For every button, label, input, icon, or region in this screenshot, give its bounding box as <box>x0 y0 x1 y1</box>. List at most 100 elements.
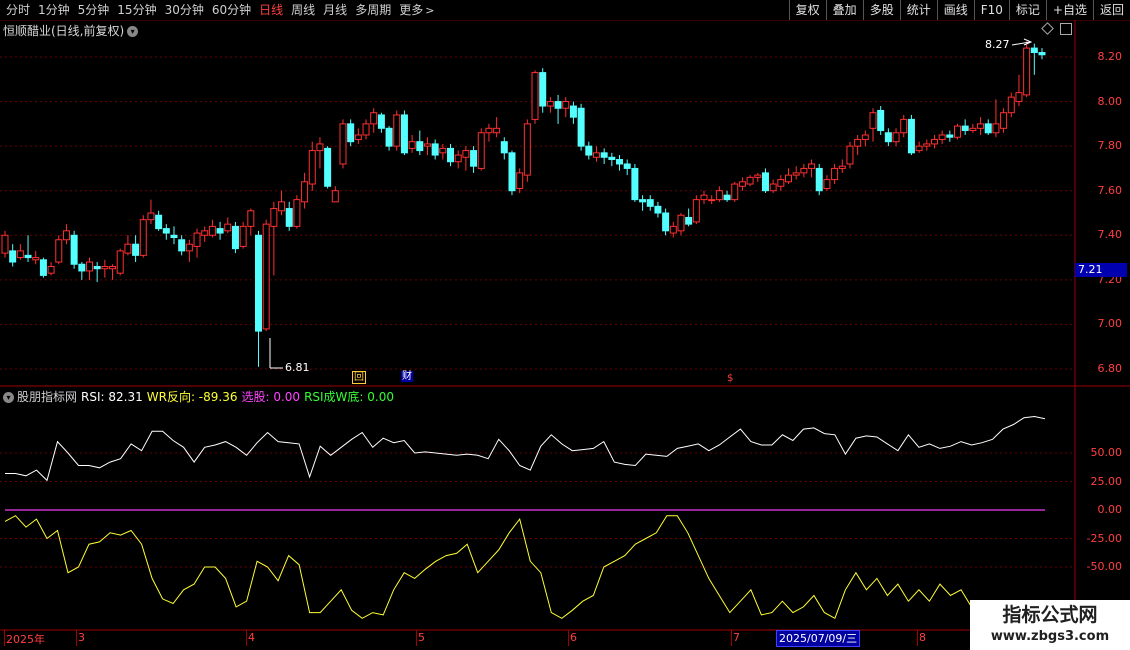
price-label: 6.80 <box>1097 362 1123 375</box>
marker-dollar[interactable]: $ <box>726 373 734 384</box>
candle-body <box>408 141 416 149</box>
indicator-label: -50.00 <box>1086 560 1122 573</box>
date-label: 6 <box>570 631 577 644</box>
candle-body <box>731 183 739 201</box>
marker-hui[interactable]: 回 <box>352 371 366 384</box>
kline-chart[interactable] <box>0 0 1130 650</box>
candle-body <box>600 152 608 158</box>
candle-body <box>930 138 938 145</box>
candle-body <box>677 214 685 232</box>
date-label: 5 <box>418 631 425 644</box>
candle-body <box>1038 52 1046 56</box>
date-tick <box>76 630 77 646</box>
candle-body <box>500 141 508 154</box>
date-tick <box>246 630 247 646</box>
date-tick <box>568 630 569 646</box>
candle-body <box>700 194 708 201</box>
candle-body <box>516 172 524 189</box>
candle-body <box>831 167 839 181</box>
candle-body <box>254 234 262 332</box>
candle-body <box>861 134 869 140</box>
candle-body <box>109 265 117 270</box>
price-label: 8.00 <box>1097 94 1123 108</box>
candle-body <box>78 263 86 272</box>
candle-body <box>1007 96 1015 114</box>
candle-body <box>631 167 639 201</box>
candle-body <box>946 134 954 138</box>
candle-body <box>969 127 977 132</box>
indicator-label: 25.00 <box>1090 474 1123 488</box>
candle-body <box>846 145 854 165</box>
candle-body <box>285 208 293 227</box>
candle-body <box>907 118 915 154</box>
candle-body <box>585 145 593 156</box>
candle-body <box>900 118 908 134</box>
candle-body <box>224 223 232 232</box>
candle-body <box>992 123 1000 134</box>
candle-body <box>185 243 193 252</box>
date-tick <box>731 630 732 646</box>
candle-body <box>523 123 531 176</box>
candle-body <box>124 243 132 254</box>
candle-body <box>546 101 554 107</box>
candle-body <box>854 138 862 147</box>
candle-body <box>32 257 40 261</box>
candle-body <box>393 114 401 147</box>
candle-body <box>769 183 777 192</box>
candle-body <box>308 150 316 185</box>
candle-body <box>339 123 347 165</box>
candle-body <box>785 174 793 183</box>
candle-body <box>262 223 270 330</box>
candle-body <box>1023 47 1031 96</box>
candle-body <box>723 194 731 201</box>
price-label: 7.60 <box>1097 183 1123 197</box>
candle-body <box>331 190 339 203</box>
marker-cai[interactable]: 财 <box>401 371 413 382</box>
candle-body <box>646 199 654 207</box>
candle-body <box>639 199 647 203</box>
candle-body <box>877 109 885 132</box>
price-label: 8.20 <box>1097 50 1123 63</box>
candle-body <box>62 230 70 241</box>
candle-body <box>454 154 462 163</box>
candle-body <box>562 101 570 109</box>
candle-body <box>493 127 501 134</box>
candle-body <box>362 123 370 136</box>
candle-body <box>370 112 378 125</box>
candle-body <box>301 181 309 203</box>
candle-body <box>208 225 216 236</box>
candle-body <box>738 181 746 187</box>
candle-body <box>278 201 286 212</box>
candles <box>1 41 1046 367</box>
candle-body <box>477 132 485 169</box>
candle-body <box>984 123 992 134</box>
candle-body <box>892 132 900 143</box>
price-label: 7.40 <box>1097 228 1123 242</box>
candle-body <box>16 250 24 259</box>
candle-body <box>777 179 785 187</box>
candle-body <box>416 141 424 152</box>
indicator-label: 50.00 <box>1090 446 1123 459</box>
date-tick <box>4 630 5 646</box>
watermark-url: www.zbgs3.com <box>990 629 1110 644</box>
candle-body <box>170 234 178 239</box>
rsi-line <box>5 415 1046 482</box>
candle-body <box>70 234 78 265</box>
chevron-down-icon[interactable]: ▾ <box>3 392 14 403</box>
candle-body <box>55 239 63 263</box>
candle-body <box>715 190 723 201</box>
candle-body <box>132 243 140 256</box>
indicator-name[interactable]: 股朋指标网 <box>17 390 77 404</box>
wr-line <box>4 515 1046 629</box>
candle-body <box>608 156 616 161</box>
candle-body <box>316 143 324 152</box>
candle-body <box>692 199 700 223</box>
candle-body <box>39 259 47 276</box>
candle-body <box>1015 92 1023 103</box>
candle-body <box>800 167 808 174</box>
candle-body <box>1 234 9 254</box>
candle-body <box>423 143 431 147</box>
candle-body <box>139 219 147 256</box>
indicator-grid <box>0 452 1075 568</box>
candle-body <box>623 163 631 169</box>
